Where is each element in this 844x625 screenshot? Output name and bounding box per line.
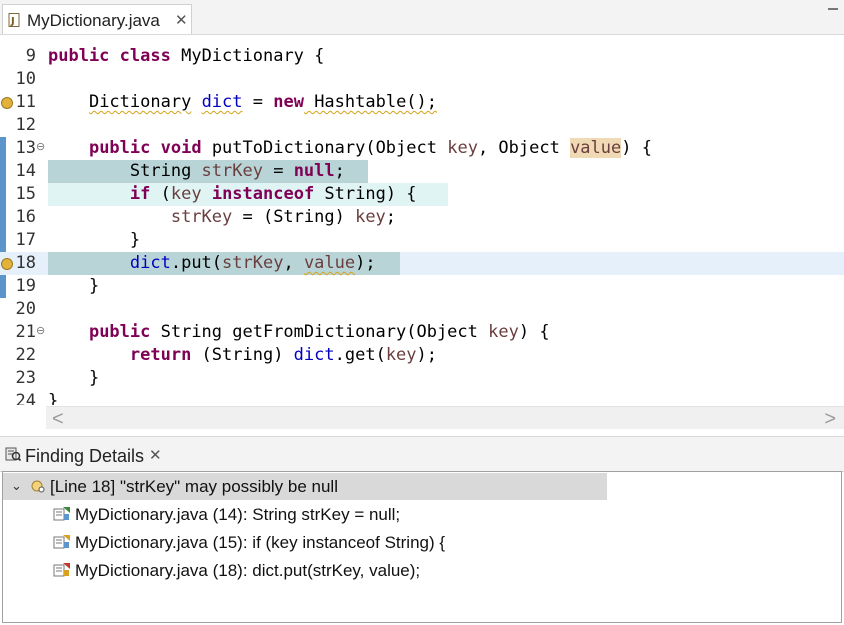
line-number: 19 [15, 276, 36, 296]
line-number: 21 [15, 322, 36, 342]
code-line-19: 19 } [0, 275, 844, 298]
tab-mydictionary-java[interactable]: J MyDictionary.java ✕ [2, 4, 192, 34]
close-view-icon[interactable]: ✕ [149, 446, 162, 464]
line-number: 14 [15, 161, 36, 181]
finding-label: [Line 18] "strKey" may possibly be null [50, 477, 338, 496]
code-line-16: 16 strKey = (String) key; [0, 206, 844, 229]
code-line-10: 10 [0, 68, 844, 91]
code-line-12: 12 [0, 114, 844, 137]
scroll-right-icon[interactable]: > [824, 408, 836, 431]
line-number: 18 [15, 253, 36, 273]
minimize-icon[interactable] [828, 8, 838, 10]
line-number: 17 [15, 230, 36, 250]
line-number: 13 [15, 138, 36, 158]
finding-root-item[interactable]: ⌄ [Line 18] "strKey" may possibly be nul… [3, 473, 607, 500]
code-line-22: 22 return (String) dict.get(key); [0, 344, 844, 367]
warning-finding-icon [31, 480, 45, 493]
trace-step-icon [53, 507, 70, 521]
line-number: 24 [15, 391, 36, 405]
code-line-9: 9 public class MyDictionary { [0, 45, 844, 68]
line-number: 12 [15, 115, 36, 135]
line-number: 23 [15, 368, 36, 388]
code-line-20: 20 [0, 298, 844, 321]
line-number: 10 [15, 69, 36, 89]
view-tab-bar: Finding Details ✕ [0, 436, 844, 472]
chevron-down-icon[interactable]: ⌄ [11, 478, 22, 494]
line-number: 16 [15, 207, 36, 227]
svg-text:J: J [10, 16, 15, 27]
close-tab-icon[interactable]: ✕ [175, 11, 188, 29]
finding-details-icon [5, 447, 21, 462]
code-line-24: 24 } [0, 390, 844, 405]
view-title: Finding Details [25, 446, 145, 466]
fold-icon[interactable]: ⊖ [36, 324, 45, 337]
trace-step-icon [53, 535, 70, 549]
code-line-13: 13 ⊖ public void putToDictionary(Object … [0, 137, 844, 160]
code-line-15: 15 if (key instanceof String) { [0, 183, 844, 206]
line-number: 11 [15, 92, 36, 112]
horizontal-scrollbar[interactable]: < > [46, 406, 844, 431]
line-number: 22 [15, 345, 36, 365]
line-number: 9 [25, 46, 36, 66]
tab-title: MyDictionary.java [27, 11, 160, 30]
line-number: 15 [15, 184, 36, 204]
finding-tree[interactable]: ⌄ [Line 18] "strKey" may possibly be nul… [2, 471, 842, 623]
scroll-left-icon[interactable]: < [52, 408, 64, 431]
code-line-14: 14 String strKey = null; [0, 160, 844, 183]
code-line-17: 17 } [0, 229, 844, 252]
fold-icon[interactable]: ⊖ [36, 140, 45, 153]
code-line-23: 23 } [0, 367, 844, 390]
trace-label: MyDictionary.java (14): String strKey = … [75, 505, 401, 524]
code-editor[interactable]: 9 public class MyDictionary { 10 11 Dict… [0, 35, 844, 405]
trace-step-icon [53, 563, 70, 577]
java-file-icon: J [8, 13, 20, 27]
editor-tab-bar: J MyDictionary.java ✕ [0, 0, 844, 35]
code-line-21: 21 ⊖ public String getFromDictionary(Obj… [0, 321, 844, 344]
trace-label: MyDictionary.java (15): if (key instance… [75, 533, 446, 552]
code-line-18: 18 dict.put(strKey, value); [0, 252, 844, 275]
code-line-11: 11 Dictionary dict = new Hashtable(); [0, 91, 844, 114]
line-number: 20 [15, 299, 36, 319]
trace-label: MyDictionary.java (18): dict.put(strKey,… [75, 561, 421, 580]
